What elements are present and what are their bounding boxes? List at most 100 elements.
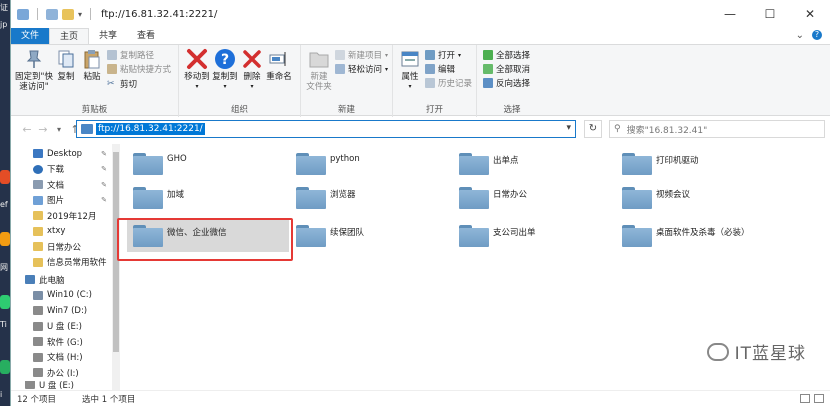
ribbon-collapse-icon[interactable]: ⌄	[796, 30, 804, 41]
desktop-edge: 证 jp ef 网 Ti i	[0, 0, 10, 406]
tab-home[interactable]: 主页	[49, 28, 90, 44]
minimize-button[interactable]: —	[710, 0, 750, 28]
nav-item-folder[interactable]: 2019年12月	[11, 208, 111, 224]
details-view-icon[interactable]	[800, 394, 810, 403]
back-button[interactable]: ←	[19, 123, 35, 136]
desktop-icon	[33, 149, 43, 159]
new-item-icon	[334, 50, 345, 60]
desktop-app-icon[interactable]	[0, 295, 10, 309]
folder-icon	[622, 153, 652, 175]
navigation-pane: Desktop ✎ 下载 ✎ 文档 ✎ 图片 ✎ 2019年12月 xtxy 日常办公 …	[11, 144, 111, 390]
nav-item-drive[interactable]: U 盘 (E:)	[11, 319, 111, 335]
maximize-button[interactable]: ☐	[750, 0, 790, 28]
nav-item-folder[interactable]: 信息员常用软件	[11, 255, 111, 271]
tab-view[interactable]: 查看	[127, 28, 165, 44]
search-box[interactable]: ⚲ 搜索"16.81.32.41"	[609, 120, 825, 138]
pin-icon[interactable]: ✎	[101, 150, 107, 158]
selection-highlight-outline	[117, 218, 293, 261]
pin-icon[interactable]: ✎	[101, 165, 107, 173]
invert-selection-button[interactable]: 反向选择	[483, 77, 530, 89]
folder-item[interactable]: 加域	[127, 182, 289, 214]
clipboard-group-label: 剪贴板	[81, 105, 108, 115]
desktop-edge-text: ef	[0, 200, 8, 209]
desktop-app-icon[interactable]	[0, 232, 10, 246]
folder-item[interactable]: 打印机驱动	[616, 148, 778, 180]
nav-item-drive[interactable]: 文档 (H:)	[11, 350, 111, 366]
nav-item-folder[interactable]: 日常办公	[11, 239, 111, 255]
forward-button[interactable]: →	[35, 123, 51, 136]
usb-drive-icon	[25, 380, 35, 389]
nav-item-folder[interactable]: xtxy	[11, 224, 111, 240]
wechat-icon	[706, 342, 729, 361]
nav-item-drive[interactable]: Win7 (D:)	[11, 303, 111, 319]
quick-access-toolbar: ▾	[11, 8, 95, 20]
pictures-icon	[33, 195, 43, 205]
easy-access-icon	[334, 64, 345, 74]
folder-icon	[296, 225, 326, 247]
desktop-app-icon[interactable]	[0, 170, 10, 184]
new-item-button[interactable]: 新建项目 ▾	[334, 49, 388, 61]
pin-icon[interactable]: ✎	[101, 196, 107, 204]
select-none-button[interactable]: 全部取消	[483, 63, 530, 75]
nav-item-this-pc[interactable]: 此电脑	[11, 272, 111, 288]
nav-item-drive[interactable]: U 盘 (E:)	[11, 380, 111, 389]
folder-item[interactable]: 出单点	[453, 148, 615, 180]
new-folder-icon[interactable]	[62, 8, 74, 20]
select-all-button[interactable]: 全部选择	[483, 49, 530, 61]
address-path[interactable]: ftp://16.81.32.41:2221/	[96, 123, 205, 135]
pin-icon[interactable]: ✎	[101, 181, 107, 189]
nav-item-documents[interactable]: 文档 ✎	[11, 177, 111, 193]
nav-pane-scrollbar[interactable]	[112, 144, 120, 390]
refresh-button[interactable]: ↻	[584, 120, 602, 138]
ftp-folder-icon	[81, 124, 93, 134]
usb-drive-icon	[33, 321, 43, 331]
status-bar: 12 个项目 选中 1 个项目	[11, 390, 830, 406]
nav-item-drive[interactable]: 办公 (I:)	[11, 365, 111, 381]
download-icon	[33, 164, 43, 174]
cut-button[interactable]: ✂ 剪切	[107, 78, 171, 90]
tab-file[interactable]: 文件	[11, 28, 50, 44]
folder-item[interactable]: 视频会议	[616, 182, 778, 214]
folder-item[interactable]: 续保团队	[290, 220, 452, 252]
easy-access-button[interactable]: 轻松访问 ▾	[334, 63, 388, 75]
tab-share[interactable]: 共享	[89, 28, 127, 44]
properties-icon[interactable]	[46, 8, 58, 20]
search-icon: ⚲	[614, 124, 621, 134]
edit-button[interactable]: 编辑	[424, 63, 472, 75]
desktop-app-icon[interactable]	[0, 360, 10, 374]
address-dropdown-icon[interactable]: ▾	[566, 123, 571, 133]
close-button[interactable]: ✕	[790, 0, 830, 28]
paste-shortcut-button[interactable]: 粘贴快捷方式	[107, 63, 171, 75]
nav-item-pictures[interactable]: 图片 ✎	[11, 193, 111, 209]
svg-text:?: ?	[221, 52, 229, 68]
nav-item-desktop[interactable]: Desktop ✎	[11, 146, 111, 162]
history-button[interactable]: 历史记录	[424, 77, 472, 89]
copy-to-dropdown-icon: ▾	[223, 83, 227, 90]
open-button[interactable]: 打开 ▾	[424, 49, 472, 61]
nav-item-drive[interactable]: 软件 (G:)	[11, 334, 111, 350]
folder-item[interactable]: 浏览器	[290, 182, 452, 214]
folder-icon	[33, 211, 43, 221]
rename-icon	[268, 48, 290, 70]
folder-item[interactable]: python	[290, 148, 452, 180]
folder-item[interactable]: 支公司出单	[453, 220, 615, 252]
large-icons-view-icon[interactable]	[814, 394, 824, 403]
copy-to-icon: ?	[214, 48, 236, 70]
nav-item-downloads[interactable]: 下载 ✎	[11, 162, 111, 178]
navigation-bar: ← → ▾ ↑ ftp://16.81.32.41:2221/ ▾ ↻ ⚲ 搜索…	[11, 116, 830, 142]
drive-icon	[33, 337, 43, 347]
open-icon	[424, 50, 435, 60]
ribbon: 固定到"快 速访问" 复制 粘贴 复制路径 粘贴快捷方式 ✂ 剪切 剪贴板 移动…	[11, 44, 830, 117]
recent-locations-dropdown[interactable]: ▾	[51, 125, 67, 134]
copy-path-button[interactable]: 复制路径	[107, 49, 171, 61]
folder-item[interactable]: GHO	[127, 148, 289, 180]
customize-dropdown-icon[interactable]: ▾	[78, 10, 82, 19]
folder-item[interactable]: 桌面软件及杀毒（必装）	[616, 220, 778, 252]
desktop-edge-text: 证	[0, 3, 8, 12]
nav-item-drive[interactable]: Win10 (C:)	[11, 288, 111, 304]
address-bar[interactable]: ftp://16.81.32.41:2221/ ▾	[76, 120, 576, 138]
folder-icon	[459, 153, 489, 175]
help-icon[interactable]: ?	[812, 30, 822, 40]
drive-icon	[33, 352, 43, 362]
folder-item[interactable]: 日常办公	[453, 182, 615, 214]
